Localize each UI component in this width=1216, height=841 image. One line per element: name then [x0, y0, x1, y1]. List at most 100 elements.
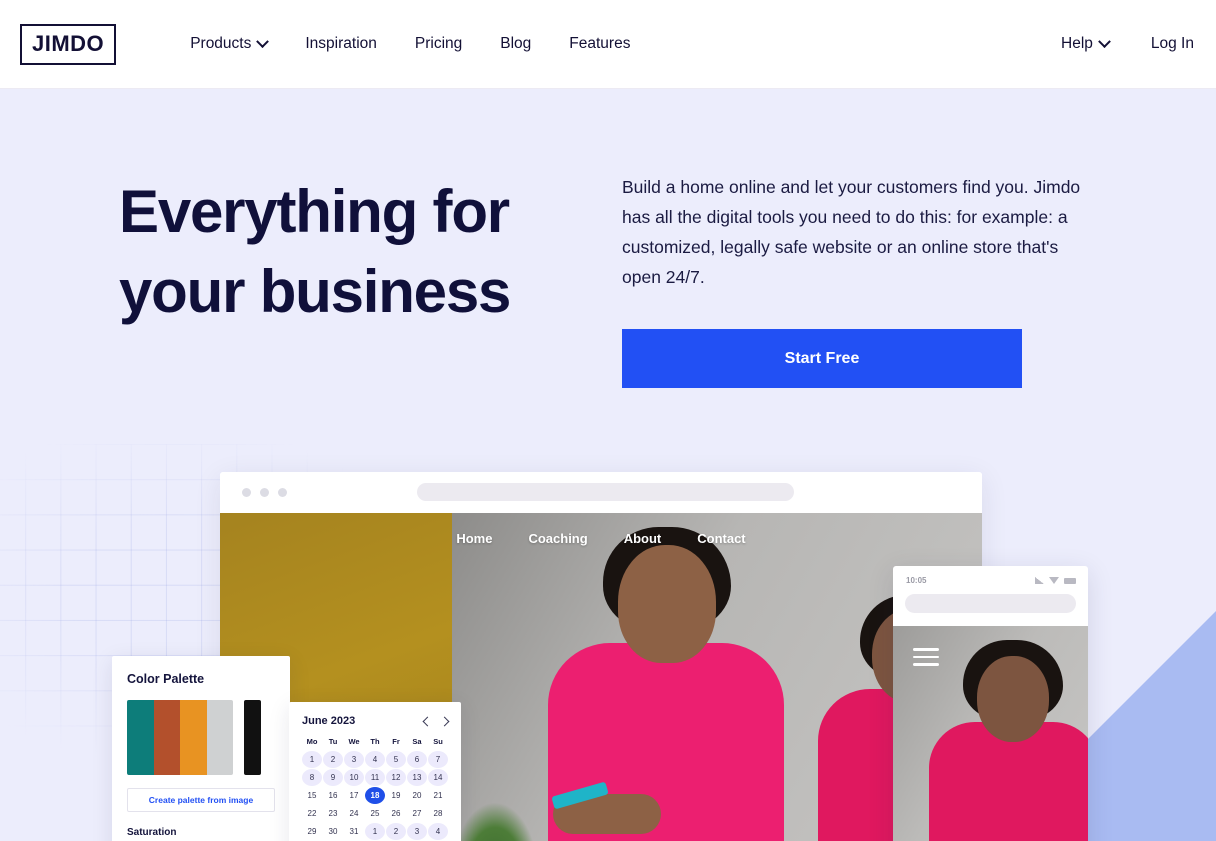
calendar-day[interactable]: 1: [302, 751, 322, 768]
calendar-day[interactable]: 2: [323, 751, 343, 768]
wifi-icon: [1049, 576, 1059, 584]
calendar-header: June 2023: [302, 715, 450, 727]
saturation-label: Saturation: [127, 827, 177, 838]
calendar-day[interactable]: 8: [302, 769, 322, 786]
calendar-day[interactable]: 3: [344, 751, 364, 768]
palette-swatch-3[interactable]: [180, 700, 207, 775]
minimize-dot-icon: [260, 488, 269, 497]
calendar-day[interactable]: 13: [407, 769, 427, 786]
start-free-button[interactable]: Start Free: [622, 329, 1022, 388]
calendar-weekday-su: Su: [433, 737, 443, 746]
calendar-day[interactable]: 16: [323, 787, 343, 804]
calendar-day[interactable]: 27: [407, 805, 427, 822]
page-title: Everything for your business: [119, 178, 511, 325]
palette-swatch-accent[interactable]: [244, 700, 261, 775]
calendar-day[interactable]: 28: [428, 805, 448, 822]
phone-mockup: 10:05: [893, 566, 1088, 841]
nav-item-inspiration[interactable]: Inspiration: [305, 35, 377, 53]
calendar-day[interactable]: 5: [386, 751, 406, 768]
calendar-weekday-th: Th: [370, 737, 380, 746]
calendar-day[interactable]: 31: [344, 823, 364, 840]
mock-site-navigation: Home Coaching About Contact: [220, 513, 982, 563]
color-palette-title: Color Palette: [127, 672, 205, 686]
calendar-day[interactable]: 2: [386, 823, 406, 840]
hero-description: Build a home online and let your custome…: [622, 177, 1081, 287]
hamburger-line: [913, 655, 939, 658]
hamburger-icon[interactable]: [913, 648, 939, 666]
photo-plant: [452, 802, 538, 841]
calendar-day[interactable]: 25: [365, 805, 385, 822]
phone-status-icons: [1035, 576, 1076, 584]
phone-viewport: [893, 626, 1088, 841]
calendar-day[interactable]: 20: [407, 787, 427, 804]
secondary-nav: Help Log In: [1061, 34, 1194, 53]
calendar-day[interactable]: 17: [344, 787, 364, 804]
phone-url-bar[interactable]: [905, 594, 1076, 613]
calendar-day[interactable]: 11: [365, 769, 385, 786]
calendar-weekday-tu: Tu: [328, 737, 338, 746]
login-link[interactable]: Log In: [1151, 35, 1194, 53]
phone-photo-person-head: [977, 656, 1049, 742]
palette-swatch-row: [127, 700, 275, 775]
primary-nav: Products Inspiration Pricing Blog Featur…: [190, 34, 630, 53]
calendar-day[interactable]: 4: [428, 823, 448, 840]
create-palette-from-image-button[interactable]: Create palette from image: [127, 788, 275, 812]
calendar-day[interactable]: 30: [323, 823, 343, 840]
mock-nav-coaching[interactable]: Coaching: [528, 531, 587, 546]
nav-item-blog[interactable]: Blog: [500, 35, 531, 53]
calendar-day[interactable]: 15: [302, 787, 322, 804]
top-navigation-bar: JIMDO Products Inspiration Pricing Blog …: [0, 0, 1216, 89]
mock-nav-home[interactable]: Home: [456, 531, 492, 546]
calendar-day[interactable]: 12: [386, 769, 406, 786]
palette-swatch-2[interactable]: [153, 700, 180, 775]
calendar-grid: Mo Tu We Th Fr Sa Su 1 2 3 4 5 6 7 8 9 10 11 12 13 14 15 16 17 1…: [302, 737, 448, 840]
color-palette-card: Color Palette Create palette from image …: [112, 656, 290, 841]
calendar-weekday-sa: Sa: [412, 737, 422, 746]
calendar-day[interactable]: 6: [407, 751, 427, 768]
calendar-day[interactable]: 14: [428, 769, 448, 786]
booking-calendar-card: June 2023 Mo Tu We Th Fr Sa Su 1 2 3 4 5 6 7 8 9 10 11 12 1…: [289, 702, 461, 841]
signal-icon: [1035, 576, 1044, 584]
chevron-right-icon[interactable]: [439, 716, 450, 726]
calendar-weekday-fr: Fr: [392, 737, 400, 746]
calendar-day[interactable]: 29: [302, 823, 322, 840]
calendar-day[interactable]: 21: [428, 787, 448, 804]
hamburger-line: [913, 648, 939, 651]
calendar-day[interactable]: 23: [323, 805, 343, 822]
jimdo-landing-page: JIMDO Products Inspiration Pricing Blog …: [0, 0, 1216, 841]
browser-chrome-bar: [220, 472, 982, 513]
calendar-day[interactable]: 1: [365, 823, 385, 840]
hamburger-line: [913, 663, 939, 666]
palette-swatches[interactable]: [127, 700, 233, 775]
chevron-left-icon[interactable]: [422, 716, 433, 726]
window-controls: [242, 488, 287, 497]
nav-item-pricing[interactable]: Pricing: [415, 35, 462, 53]
chevron-down-icon: [1098, 34, 1111, 48]
calendar-day-selected[interactable]: 18: [365, 787, 385, 804]
calendar-day[interactable]: 4: [365, 751, 385, 768]
palette-swatch-4[interactable]: [206, 700, 233, 775]
mock-nav-about[interactable]: About: [624, 531, 662, 546]
calendar-day[interactable]: 22: [302, 805, 322, 822]
jimdo-logo[interactable]: JIMDO: [20, 23, 117, 65]
calendar-day[interactable]: 19: [386, 787, 406, 804]
calendar-day[interactable]: 9: [323, 769, 343, 786]
mock-nav-contact[interactable]: Contact: [697, 531, 745, 546]
maximize-dot-icon: [278, 488, 287, 497]
phone-clock: 10:05: [906, 575, 927, 585]
calendar-day[interactable]: 24: [344, 805, 364, 822]
battery-icon: [1064, 577, 1076, 584]
calendar-day[interactable]: 7: [428, 751, 448, 768]
nav-item-help[interactable]: Help: [1061, 34, 1111, 53]
nav-item-products[interactable]: Products: [190, 34, 270, 53]
calendar-weekday-we: We: [348, 737, 360, 746]
calendar-day[interactable]: 3: [407, 823, 427, 840]
palette-swatch-1[interactable]: [127, 700, 154, 775]
calendar-day[interactable]: 26: [386, 805, 406, 822]
calendar-day[interactable]: 10: [344, 769, 364, 786]
hero-section: Everything for your business Build a hom…: [0, 89, 1216, 841]
nav-item-products-label: Products: [190, 35, 252, 52]
nav-item-features[interactable]: Features: [569, 35, 630, 53]
chevron-down-icon: [256, 34, 270, 48]
browser-url-bar[interactable]: [417, 483, 794, 501]
